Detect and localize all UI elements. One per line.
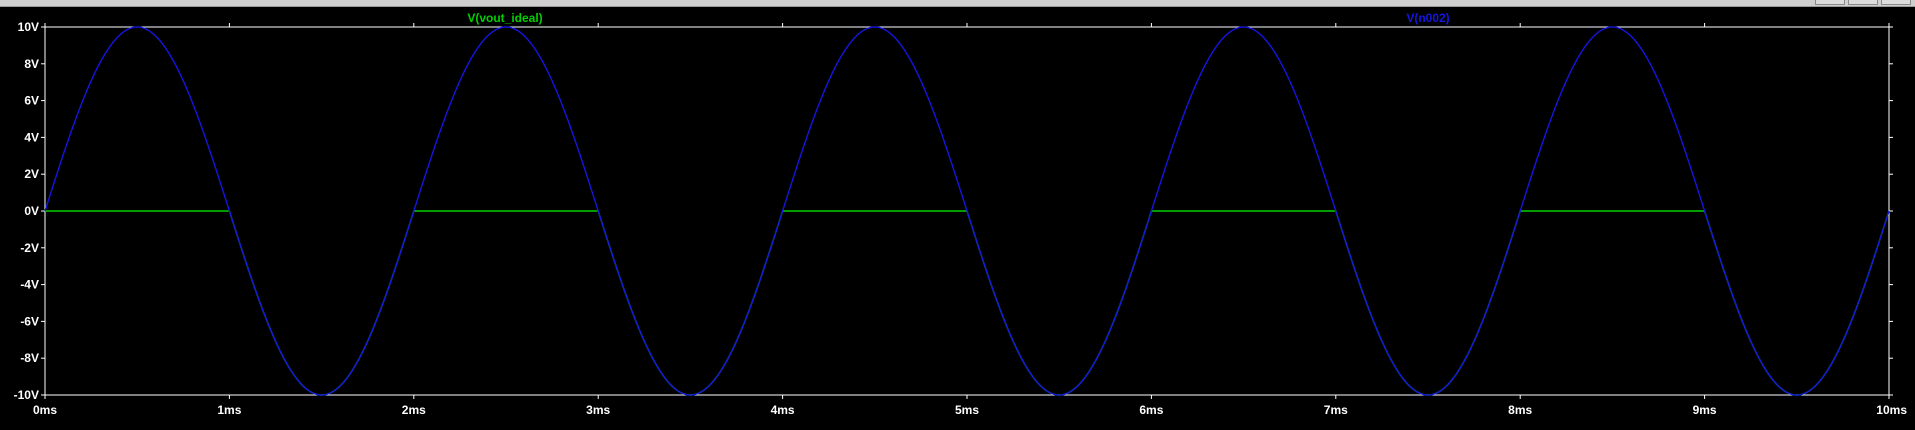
y-tick-label: 10V	[18, 20, 39, 34]
window-controls	[1815, 0, 1911, 6]
x-tick-label: 2ms	[402, 403, 426, 417]
x-tick-label: 6ms	[1139, 403, 1163, 417]
legend-label-vout-ideal: V(vout_ideal)	[467, 11, 542, 25]
y-tick-label: 0V	[24, 204, 39, 218]
x-tick-label: 0ms	[33, 403, 57, 417]
y-tick-label: -8V	[20, 351, 39, 365]
minimize-button[interactable]	[1815, 0, 1845, 5]
y-tick-label: 2V	[24, 167, 39, 181]
x-tick-label: 1ms	[217, 403, 241, 417]
series-line-vout-ideal	[45, 210, 1890, 396]
x-tick-label: 9ms	[1693, 403, 1717, 417]
close-button[interactable]	[1881, 0, 1911, 5]
maximize-button[interactable]	[1848, 0, 1878, 5]
x-tick-label: 3ms	[586, 403, 610, 417]
y-tick-label: 4V	[24, 130, 39, 144]
y-tick-label: 6V	[24, 94, 39, 108]
x-tick-label: 4ms	[771, 403, 795, 417]
chart-svg: 10V 8V 6V 4V 2V 0V -2V -4V -6V -8V -10V0ms 1ms 2ms 3m…	[14, 11, 1908, 417]
x-tick-label: 5ms	[955, 403, 979, 417]
window-titlebar	[0, 0, 1915, 7]
y-tick-label: 8V	[24, 57, 39, 71]
x-tick-label: 8ms	[1508, 403, 1532, 417]
y-tick-label: -4V	[20, 278, 39, 292]
x-tick-label: 10ms	[1876, 403, 1907, 417]
waveform-plot[interactable]: 10V 8V 6V 4V 2V 0V -2V -4V -6V -8V -10V 0ms 1ms 2ms 3m…	[0, 7, 1915, 430]
y-tick-label: -10V	[14, 388, 39, 402]
x-tick-label: 7ms	[1324, 403, 1348, 417]
y-tick-label: -2V	[20, 241, 39, 255]
y-tick-label: -6V	[20, 314, 39, 328]
legend-label-n002: V(n002)	[1406, 11, 1449, 25]
